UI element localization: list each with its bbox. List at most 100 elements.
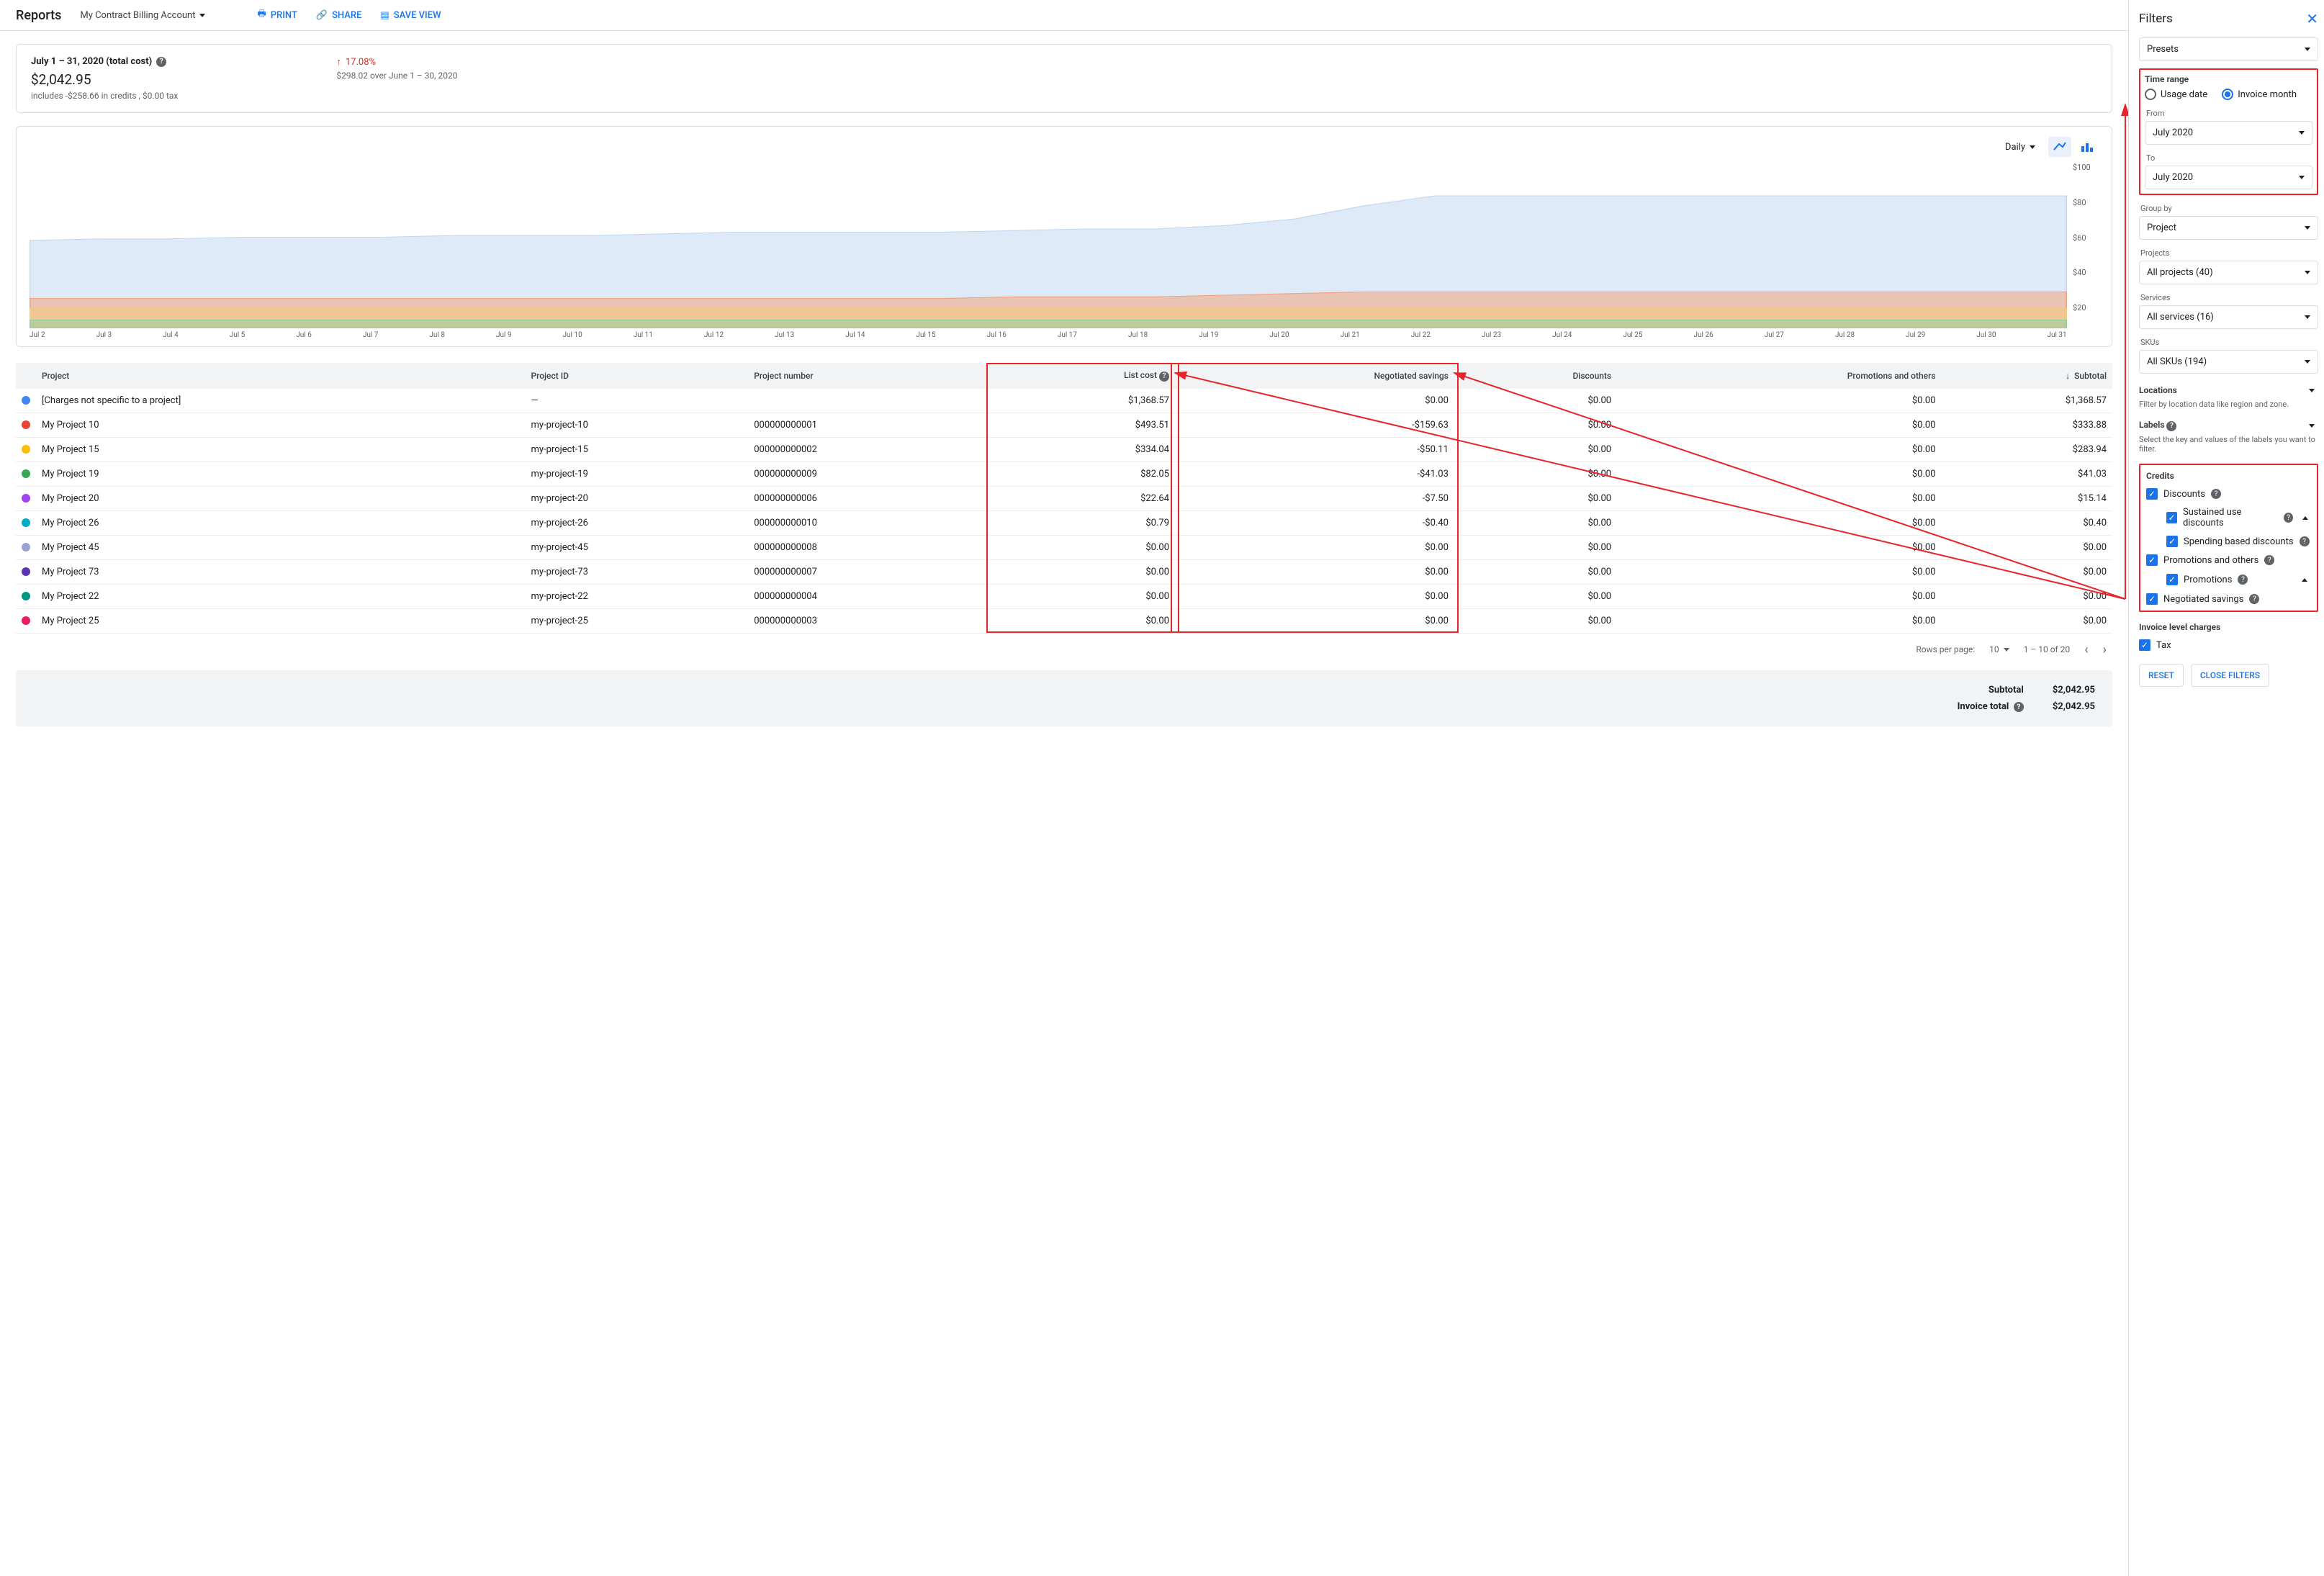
- col-project-number[interactable]: Project number: [748, 363, 991, 389]
- usage-date-radio[interactable]: Usage date: [2145, 89, 2207, 100]
- locations-header[interactable]: Locations: [2139, 385, 2177, 395]
- table-row[interactable]: My Project 25 my-project-25 000000000003…: [16, 608, 2112, 633]
- table-row[interactable]: My Project 15 my-project-15 000000000002…: [16, 437, 2112, 461]
- share-button[interactable]: 🔗SHARE: [316, 10, 362, 21]
- services-select[interactable]: All services (16): [2139, 305, 2318, 329]
- table-row[interactable]: My Project 19 my-project-19 000000000009…: [16, 461, 2112, 486]
- cell-negotiated: -$0.40: [1175, 510, 1454, 535]
- cell-list-cost: $22.64: [991, 486, 1175, 510]
- cell-project: My Project 15: [36, 437, 525, 461]
- negotiated-savings-checkbox[interactable]: ✓Negotiated savings?: [2146, 593, 2311, 605]
- cell-promotions: $0.00: [1617, 389, 1941, 413]
- close-icon[interactable]: ✕: [2306, 10, 2318, 27]
- chevron-down-icon[interactable]: [2305, 419, 2318, 432]
- cell-project-number: 000000000010: [748, 510, 991, 535]
- col-subtotal[interactable]: ↓ Subtotal: [1942, 363, 2113, 389]
- help-icon[interactable]: ?: [2211, 489, 2221, 499]
- costs-table: Project Project ID Project number List c…: [16, 363, 2112, 634]
- promotions-others-checkbox[interactable]: ✓Promotions and others?: [2146, 554, 2311, 566]
- next-page-icon[interactable]: ›: [2103, 642, 2107, 657]
- cell-list-cost: $1,368.57: [991, 389, 1175, 413]
- cell-project-number: 000000000009: [748, 461, 991, 486]
- help-icon[interactable]: ?: [2264, 555, 2274, 565]
- cell-project-id: my-project-20: [525, 486, 748, 510]
- table-row[interactable]: My Project 45 my-project-45 000000000008…: [16, 535, 2112, 559]
- to-select[interactable]: July 2020: [2145, 166, 2312, 189]
- table-row[interactable]: [Charges not specific to a project] — $1…: [16, 389, 2112, 413]
- invoice-month-radio[interactable]: Invoice month: [2222, 89, 2297, 100]
- col-discounts[interactable]: Discounts: [1454, 363, 1617, 389]
- save-view-button[interactable]: ▤SAVE VIEW: [380, 10, 441, 21]
- table-row[interactable]: My Project 20 my-project-20 000000000006…: [16, 486, 2112, 510]
- discounts-checkbox[interactable]: ✓Discounts?: [2146, 488, 2311, 500]
- table-row[interactable]: My Project 10 my-project-10 000000000001…: [16, 413, 2112, 437]
- tax-checkbox[interactable]: ✓Tax: [2139, 639, 2318, 651]
- prev-page-icon[interactable]: ‹: [2084, 642, 2088, 657]
- cell-project-id: —: [525, 389, 748, 413]
- col-promotions[interactable]: Promotions and others: [1617, 363, 1941, 389]
- cell-negotiated: -$159.63: [1175, 413, 1454, 437]
- cell-project: My Project 73: [36, 559, 525, 584]
- table-row[interactable]: My Project 26 my-project-26 000000000010…: [16, 510, 2112, 535]
- help-icon[interactable]: ?: [2014, 702, 2024, 712]
- print-button[interactable]: 🖶PRINT: [257, 7, 297, 23]
- help-icon[interactable]: ?: [2249, 594, 2259, 604]
- promotions-checkbox[interactable]: ✓Promotions?: [2166, 574, 2248, 585]
- spending-checkbox[interactable]: ✓Spending based discounts?: [2166, 536, 2311, 547]
- help-icon[interactable]: ?: [2166, 421, 2176, 431]
- cell-list-cost: $0.00: [991, 608, 1175, 633]
- page-title: Reports: [16, 8, 61, 23]
- chart-card: Daily $100$80$60$40$20 Jul 2Jul 3Jul 4Ju…: [16, 126, 2112, 347]
- reset-button[interactable]: RESET: [2139, 664, 2184, 687]
- cell-discounts: $0.00: [1454, 510, 1617, 535]
- cell-project-id: my-project-10: [525, 413, 748, 437]
- cell-list-cost: $0.79: [991, 510, 1175, 535]
- close-filters-button[interactable]: CLOSE FILTERS: [2191, 664, 2269, 687]
- cell-discounts: $0.00: [1454, 413, 1617, 437]
- rows-per-page-select[interactable]: 10: [1989, 644, 2009, 654]
- trend-over: $298.02 over June 1 – 30, 2020: [336, 71, 457, 81]
- chevron-up-icon[interactable]: [2299, 511, 2311, 524]
- table-row[interactable]: My Project 22 my-project-22 000000000004…: [16, 584, 2112, 608]
- time-range-header: Time range: [2145, 74, 2312, 84]
- help-icon[interactable]: ?: [1159, 372, 1169, 382]
- group-by-select[interactable]: Project: [2139, 216, 2318, 240]
- labels-header[interactable]: Labels ?: [2139, 420, 2176, 431]
- sustained-checkbox[interactable]: ✓Sustained use discounts?: [2166, 507, 2293, 528]
- bar-chart-icon[interactable]: [2076, 137, 2099, 157]
- line-chart-icon[interactable]: [2048, 137, 2071, 157]
- help-icon[interactable]: ?: [2300, 536, 2310, 546]
- help-icon[interactable]: ?: [156, 57, 166, 67]
- from-label: From: [2146, 109, 2311, 118]
- account-selector[interactable]: My Contract Billing Account: [80, 10, 205, 21]
- col-project-id[interactable]: Project ID: [525, 363, 748, 389]
- col-project[interactable]: Project: [36, 363, 525, 389]
- chevron-up-icon[interactable]: [2298, 573, 2311, 586]
- table-row[interactable]: My Project 73 my-project-73 000000000007…: [16, 559, 2112, 584]
- chevron-down-icon[interactable]: [2305, 384, 2318, 397]
- skus-select[interactable]: All SKUs (194): [2139, 350, 2318, 374]
- cell-subtotal: $0.00: [1942, 608, 2113, 633]
- pager-range: 1 – 10 of 20: [2024, 644, 2071, 654]
- series-dot: [22, 396, 30, 405]
- cell-project-number: 000000000008: [748, 535, 991, 559]
- projects-select[interactable]: All projects (40): [2139, 261, 2318, 284]
- presets-select[interactable]: Presets: [2139, 37, 2318, 61]
- cell-project-id: my-project-25: [525, 608, 748, 633]
- help-icon[interactable]: ?: [2238, 575, 2248, 585]
- link-icon: 🔗: [316, 10, 328, 21]
- trend-up-icon: ↑: [336, 56, 341, 68]
- summary-card: July 1 – 31, 2020 (total cost) ? $2,042.…: [16, 44, 2112, 113]
- cell-promotions: $0.00: [1617, 486, 1941, 510]
- cell-list-cost: $334.04: [991, 437, 1175, 461]
- col-negotiated[interactable]: Negotiated savings: [1175, 363, 1454, 389]
- invoice-level-header: Invoice level charges: [2139, 622, 2318, 632]
- cell-project: My Project 26: [36, 510, 525, 535]
- help-icon[interactable]: ?: [2284, 513, 2293, 523]
- range-label: July 1 – 31, 2020 (total cost): [31, 56, 152, 67]
- cell-promotions: $0.00: [1617, 413, 1941, 437]
- granularity-select[interactable]: Daily: [2005, 142, 2035, 153]
- col-list-cost[interactable]: List cost ?: [991, 363, 1175, 389]
- cell-subtotal: $333.88: [1942, 413, 2113, 437]
- from-select[interactable]: July 2020: [2145, 121, 2312, 145]
